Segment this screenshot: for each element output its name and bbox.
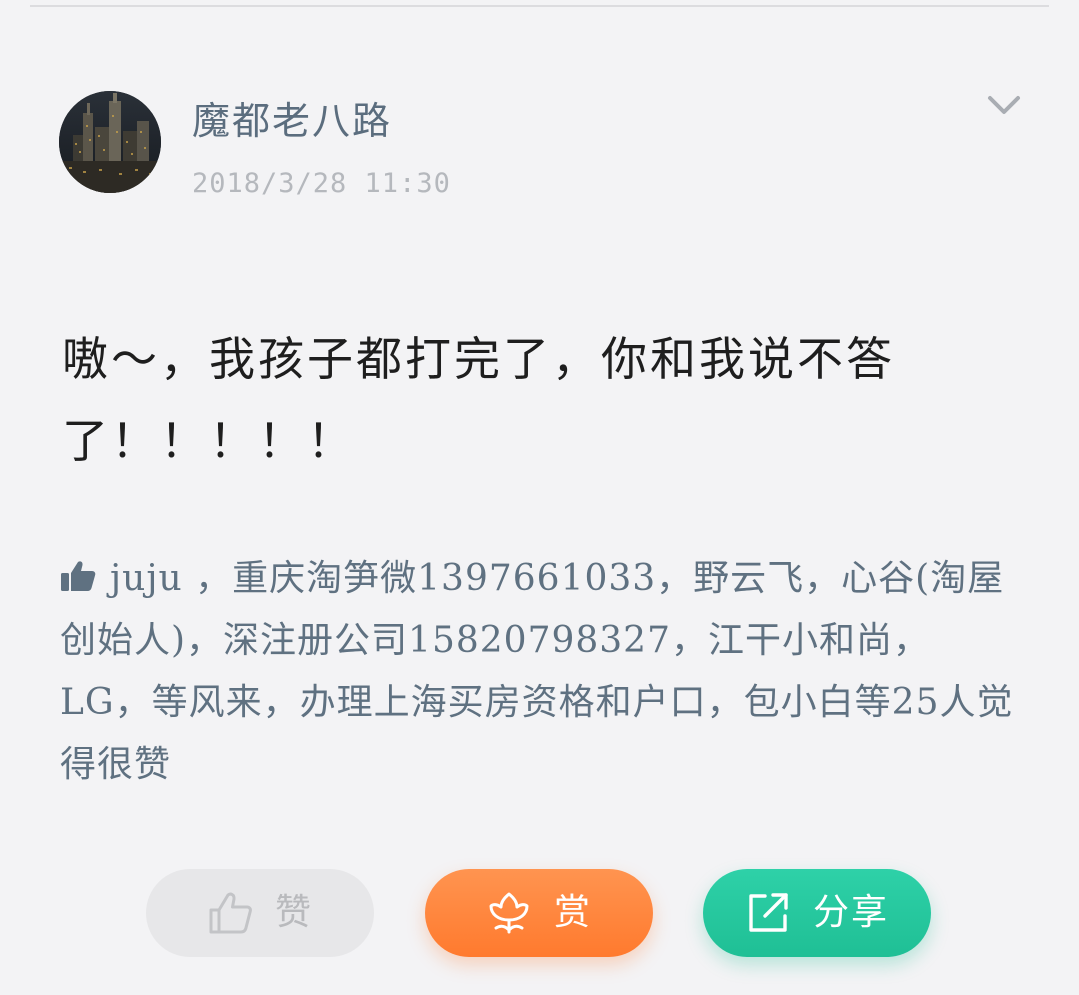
thumbs-up-icon bbox=[207, 890, 253, 936]
reward-button[interactable]: 赏 bbox=[425, 869, 653, 957]
like-button[interactable]: 赞 bbox=[146, 869, 374, 957]
chevron-down-icon[interactable] bbox=[986, 92, 1022, 120]
post-timestamp: 2018/3/28 11:30 bbox=[192, 168, 451, 199]
avatar-image bbox=[59, 91, 161, 193]
post-content: 嗷～，我孩子都打完了，你和我说不答了！！！！！ bbox=[62, 332, 895, 468]
likes-text: juju ，重庆淘笋微1397661033，野云飞，心谷(淘屋创始人)，深注册公… bbox=[60, 558, 1014, 785]
like-button-label: 赞 bbox=[274, 892, 313, 933]
top-divider bbox=[30, 5, 1049, 7]
share-button[interactable]: 分享 bbox=[703, 869, 931, 957]
reward-button-label: 赏 bbox=[553, 892, 592, 933]
external-link-icon bbox=[745, 890, 791, 936]
flower-icon bbox=[486, 890, 532, 936]
thumbs-up-icon bbox=[60, 560, 96, 592]
likes-list: juju ，重庆淘笋微1397661033，野云飞，心谷(淘屋创始人)，深注册公… bbox=[60, 548, 1020, 796]
avatar[interactable] bbox=[59, 91, 161, 193]
share-button-label: 分享 bbox=[812, 892, 889, 933]
author-name[interactable]: 魔都老八路 bbox=[192, 96, 392, 146]
